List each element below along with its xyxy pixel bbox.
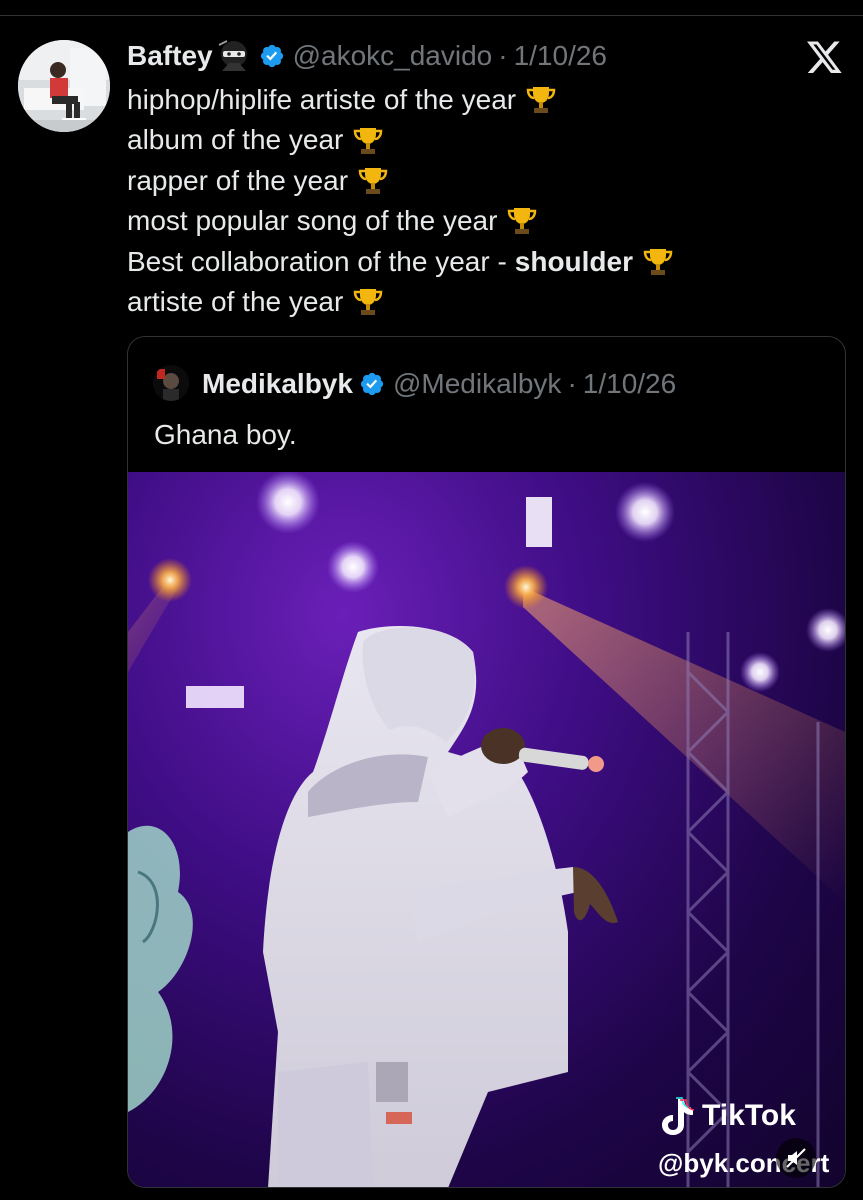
author-handle[interactable]: @akokc_davido [293,40,493,72]
post-line-text: rapper of the year [127,164,349,196]
trophy-emoji-icon [524,83,558,117]
quoted-post-date[interactable]: 1/10/26 [583,368,676,400]
post-line: Best collaboration of the year - shoulde… [127,242,847,282]
separator-dot: · [498,40,508,71]
quoted-author-handle[interactable]: @Medikalbyk [393,368,561,400]
post-text: hiphop/hiplife artiste of the year album… [127,80,847,322]
verified-badge-icon [259,43,285,69]
quoted-video[interactable] [128,472,845,1187]
post-line: artiste of the year [127,282,847,322]
quoted-post[interactable]: Medikalbyk @Medikalbyk · 1/10/26 Ghana b… [127,336,846,1188]
post-line: album of the year [127,120,847,160]
separator-dot: · [567,368,577,399]
post-line: hiphop/hiplife artiste of the year [127,80,847,120]
quoted-author-name[interactable]: Medikalbyk [202,368,353,400]
quoted-post-text: Ghana boy. [154,419,297,450]
quoted-author-avatar[interactable] [153,365,189,401]
top-divider [0,0,863,16]
post-line-text: artiste of the year [127,285,344,317]
author-name[interactable]: Baftey [127,40,213,72]
x-logo-close-icon[interactable] [800,36,850,80]
muted-speaker-icon[interactable] [776,1138,816,1178]
quoted-post-header: Medikalbyk @Medikalbyk · 1/10/26 [202,367,676,401]
trophy-emoji-icon [505,204,539,238]
post-line-text: Best collaboration of the year - [127,245,507,277]
trophy-emoji-icon [351,285,385,319]
post-line-text: hiphop/hiplife artiste of the year [127,84,517,115]
post-header: Baftey @akokc_davido · 1/10/26 [127,38,607,74]
post-line-text: album of the year [127,124,344,156]
post-line: most popular song of the year [127,201,847,241]
trophy-emoji-icon [351,124,385,158]
ninja-emoji-icon [217,39,251,73]
post-line-text: most popular song of the year [127,205,498,237]
trophy-emoji-icon [641,245,675,279]
author-avatar[interactable] [18,40,110,132]
post-date[interactable]: 1/10/26 [514,40,607,72]
trophy-emoji-icon [356,164,390,198]
verified-badge-icon [359,371,385,397]
post-line: rapper of the year [127,161,847,201]
post-line-bold-text: shoulder [514,245,633,277]
tiktok-logo-icon [658,1097,696,1137]
tiktok-brand-label: TikTok [702,1099,796,1132]
